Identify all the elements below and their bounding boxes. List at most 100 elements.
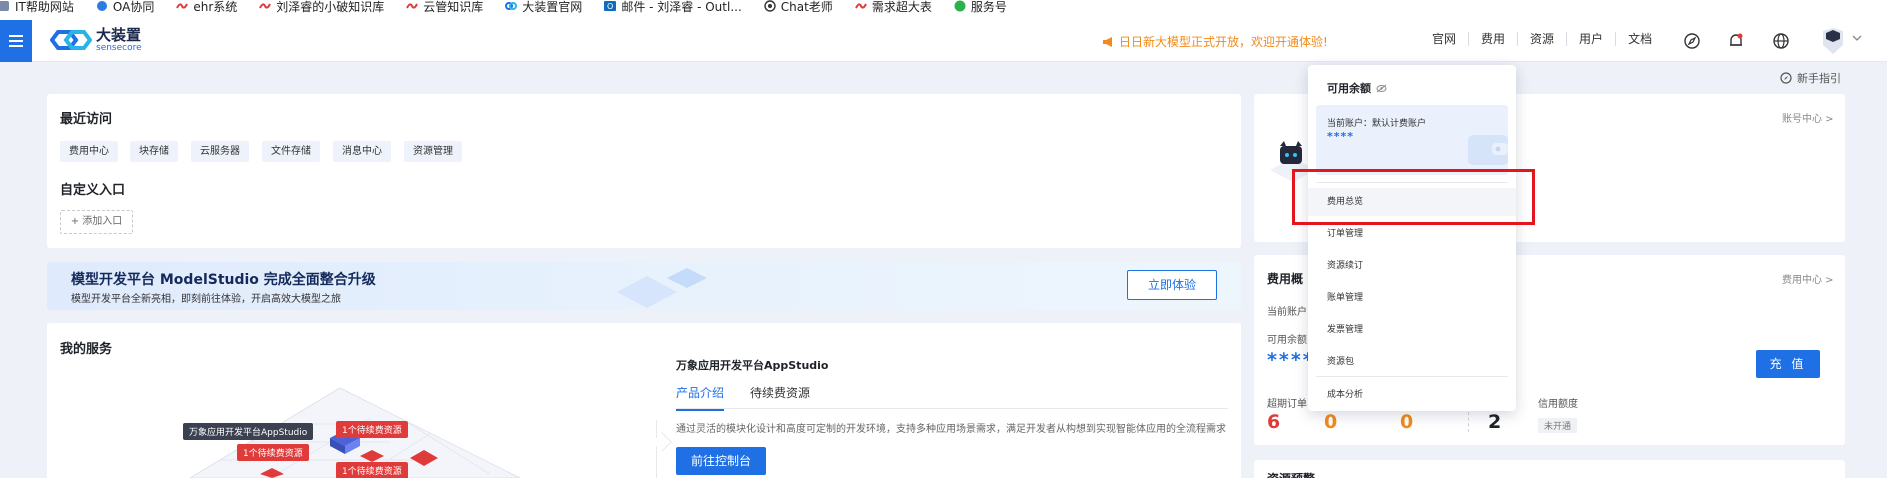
sensecore-icon (505, 2, 518, 10)
resource-warning-card (1254, 460, 1845, 478)
menu-item-bill-mgmt[interactable]: 账单管理 (1308, 284, 1516, 312)
bookmark-kb-cloud[interactable]: 云管知识库 (406, 0, 483, 15)
logo-cn-text: 大装置 (96, 25, 142, 44)
menu-button[interactable] (0, 20, 32, 62)
services-tabs: 产品介绍 待续费资源 (676, 384, 836, 411)
banner-decoration-icon (617, 268, 707, 308)
nav-official-site[interactable]: 官网 (1420, 32, 1470, 46)
dropdown-account-panel: 当前账户：默认计费账户 **** (1316, 105, 1508, 175)
bookmark-requirements[interactable]: 需求超大表 (854, 0, 932, 15)
fee-overview-title: 费用概 (1267, 272, 1304, 286)
recent-chip-message-center[interactable]: 消息中心 (333, 141, 391, 162)
wechat-icon (954, 0, 966, 12)
recent-chip-file-storage[interactable]: 文件存储 (262, 141, 320, 162)
dropdown-balance-masked: **** (1327, 130, 1355, 143)
bookmark-kb-personal[interactable]: 刘泽睿的小破知识库 (259, 0, 384, 15)
bookmark-ehr[interactable]: ehr系统 (176, 0, 237, 15)
wallet-icon (1468, 135, 1508, 165)
credit-limit-label: 信用额度 (1538, 399, 1578, 410)
menu-item-cost-analysis[interactable]: 成本分析 (1308, 381, 1516, 409)
tabs-underline (676, 408, 1228, 409)
eye-hidden-icon[interactable] (1376, 84, 1387, 93)
announcement[interactable]: 日日新大模型正式开放，欢迎开通体验! (1102, 33, 1328, 50)
recent-chip-billing[interactable]: 费用中心 (60, 141, 118, 162)
stat-divider (1468, 412, 1469, 432)
product-description: 通过灵活的模块化设计和高度可定制的开发环境，支持多种应用场景需求，满足开发者从构… (676, 424, 1226, 435)
recharge-button[interactable]: 充 值 (1756, 350, 1820, 378)
globe-icon[interactable] (1772, 32, 1790, 50)
dropdown-account-label: 当前账户：默认计费账户 (1327, 119, 1427, 129)
pending-renewal-label: 1个待续费资源 (336, 421, 408, 438)
kb-icon (406, 3, 419, 9)
bell-icon[interactable] (1727, 32, 1745, 50)
recent-visits-title: 最近访问 (60, 112, 113, 127)
logo[interactable]: 大装置 sensecore (50, 26, 142, 54)
svg-text:O: O (607, 2, 613, 11)
highlight-box (1292, 169, 1535, 225)
available-balance-label: 可用余额 (1267, 335, 1307, 346)
count-value[interactable]: 0 (1324, 411, 1337, 433)
recent-chip-cloud-server[interactable]: 云服务器 (191, 141, 249, 162)
recent-visits-card (47, 94, 1241, 248)
bookmark-oa[interactable]: OA协同 (96, 0, 154, 15)
recent-chip-resource-mgmt[interactable]: 资源管理 (404, 141, 462, 162)
megaphone-icon (1103, 36, 1112, 47)
chevron-down-icon[interactable] (1852, 34, 1862, 42)
top-nav: 官网 费用 资源 用户 文档 (1420, 32, 1664, 46)
menu-item-resource-package[interactable]: 资源包 (1308, 348, 1516, 376)
credit-status-badge: 未开通 (1538, 418, 1578, 433)
bookmark-it-help[interactable]: IT帮助网站 (0, 0, 74, 15)
dropdown-separator (1316, 376, 1508, 377)
product-title: 万象应用开发平台AppStudio (676, 359, 829, 372)
tab-product-intro[interactable]: 产品介绍 (676, 384, 725, 411)
try-now-button[interactable]: 立即体验 (1127, 270, 1217, 300)
avatar[interactable] (1820, 27, 1846, 55)
bookmarks-bar: IT帮助网站 OA协同 ehr系统 刘泽睿的小破知识库 云管知识库 大装置官网 … (0, 0, 1887, 20)
count-value[interactable]: 2 (1488, 411, 1501, 433)
custom-entry-title: 自定义入口 (60, 183, 126, 198)
balance-dropdown: 可用余额 当前账户：默认计费账户 **** 费用总览 订单管理 资源续订 账单管… (1308, 65, 1516, 411)
kb-icon (259, 3, 272, 9)
ehr-icon (176, 3, 189, 9)
hamburger-icon (9, 40, 23, 42)
outlook-icon: O (604, 1, 617, 11)
menu-item-invoice-mgmt[interactable]: 发票管理 (1308, 316, 1516, 344)
top-header: 大装置 sensecore 日日新大模型正式开放，欢迎开通体验! 官网 费用 资… (0, 20, 1887, 62)
nav-docs[interactable]: 文档 (1616, 32, 1664, 46)
chatgpt-icon (764, 0, 776, 12)
recent-chip-block-storage[interactable]: 块存储 (130, 141, 178, 162)
banner-title: 模型开发平台 ModelStudio 完成全面整合升级 (71, 272, 376, 288)
kb-icon (854, 3, 867, 9)
go-to-console-button[interactable]: 前往控制台 (676, 447, 766, 475)
pending-renewal-label: 1个待续费资源 (336, 462, 408, 478)
modelstudio-banner: 模型开发平台 ModelStudio 完成全面整合升级 模型开发平台全新亮相，即… (47, 262, 1241, 310)
nav-billing[interactable]: 费用 (1469, 32, 1519, 46)
oa-icon (96, 1, 107, 11)
resource-warning-title: 资源预警 (1267, 470, 1315, 478)
sensecore-logo-icon (50, 30, 92, 50)
my-services-title: 我的服务 (60, 342, 113, 357)
overdue-count[interactable]: 6 (1267, 411, 1280, 433)
beginner-guide-link[interactable]: 新手指引 (1780, 70, 1841, 86)
count-value[interactable]: 0 (1400, 411, 1413, 433)
account-center-link[interactable]: 账号中心 > (1782, 110, 1834, 125)
fee-center-link[interactable]: 费用中心 > (1782, 271, 1834, 286)
bookmark-chat[interactable]: Chat老师 (764, 0, 833, 15)
menu-item-resource-renewal[interactable]: 资源续订 (1308, 252, 1516, 280)
banner-subtitle: 模型开发平台全新亮相，即刻前往体验，开启高效大模型之旅 (71, 294, 341, 305)
nav-users[interactable]: 用户 (1567, 32, 1617, 46)
services-divider (656, 420, 657, 478)
logo-en-text: sensecore (96, 42, 142, 53)
bookmark-icon (0, 1, 9, 11)
nav-resources[interactable]: 资源 (1518, 32, 1568, 46)
add-entry-button[interactable]: + 添加入口 (60, 210, 133, 234)
compass-icon (1780, 72, 1792, 84)
bookmark-sensecore[interactable]: 大装置官网 (505, 0, 582, 15)
bookmark-outlook[interactable]: O 邮件 - 刘泽睿 - Outl... (604, 0, 742, 15)
bookmark-wechat[interactable]: 服务号 (954, 0, 1007, 15)
pending-renewal-label: 1个待续费资源 (237, 444, 309, 461)
dropdown-title: 可用余额 (1327, 80, 1387, 96)
overdue-orders-label: 超期订单 (1267, 399, 1307, 410)
tab-pending-renewal[interactable]: 待续费资源 (750, 384, 810, 411)
compass-icon[interactable] (1683, 32, 1701, 50)
